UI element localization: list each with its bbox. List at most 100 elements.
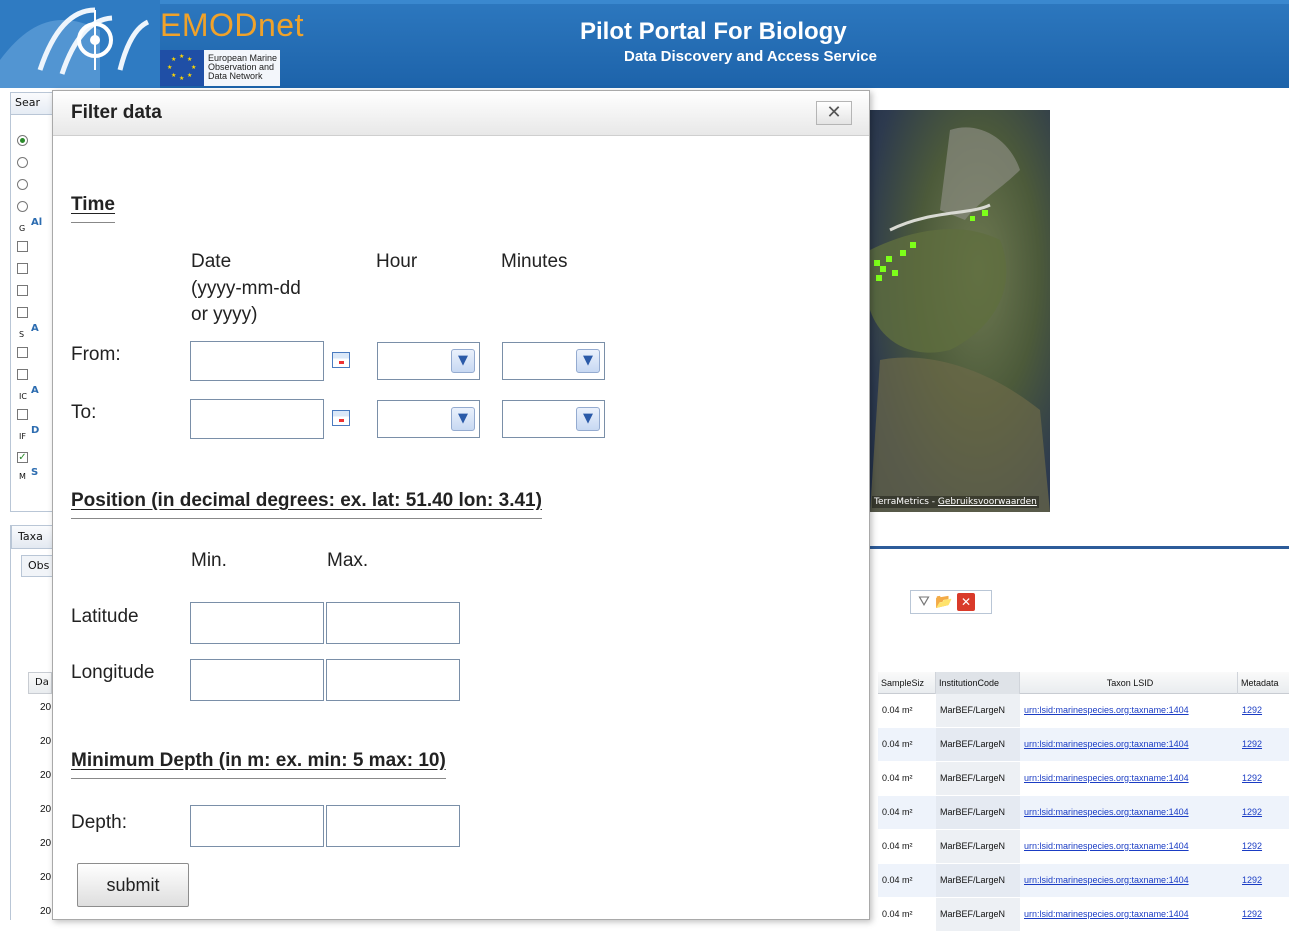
metadata-link[interactable]: 1292 <box>1238 728 1289 761</box>
search-option-checkbox[interactable]: ✓M <box>17 445 31 481</box>
brand-sub-line: Data Network <box>208 71 263 81</box>
table-row[interactable]: 0.04 m² MarBEF/LargeN urn:lsid:marinespeci… <box>878 762 1289 795</box>
depth-min-input[interactable] <box>190 805 324 847</box>
from-hour-select[interactable]: ▼ <box>377 342 480 380</box>
date-cell: 20 <box>40 770 52 781</box>
institution-cell: MarBEF/LargeN <box>936 830 1020 863</box>
calendar-icon[interactable] <box>332 410 350 426</box>
table-row[interactable]: 0.04 m² MarBEF/LargeN urn:lsid:marinespeci… <box>878 864 1289 897</box>
search-option-checkbox[interactable]: S <box>17 237 31 273</box>
depth-max-input[interactable] <box>326 805 460 847</box>
brand-title[interactable]: EMODnet <box>160 6 304 44</box>
search-option-checkbox[interactable]: S <box>17 281 31 317</box>
filter-icon[interactable]: ⛛ <box>915 593 933 611</box>
chevron-down-icon[interactable]: ▼ <box>451 407 475 431</box>
search-option-checkbox[interactable]: IF <box>17 405 31 441</box>
search-option-checkbox[interactable]: E <box>17 343 31 379</box>
from-label: From: <box>71 344 121 365</box>
date-format-hint: (yyyy-mm-dd <box>191 278 301 299</box>
radio-icon[interactable] <box>17 135 28 146</box>
checkbox-icon[interactable] <box>17 307 28 318</box>
results-grid-header: SampleSiz InstitutionCode Taxon LSID Met… <box>878 672 1289 694</box>
sample-size-cell: 0.04 m² <box>882 773 913 783</box>
checkbox-icon[interactable] <box>17 285 28 296</box>
taxon-lsid-link[interactable]: urn:lsid:marinespecies.org:taxname:1404 <box>1020 796 1238 829</box>
filter-group-label: A <box>31 385 39 396</box>
to-hour-select[interactable]: ▼ <box>377 400 480 438</box>
map-attribution: TerraMetrics - Gebruiksvoorwaarden <box>872 496 1039 508</box>
portal-title: Pilot Portal For Biology <box>580 18 847 45</box>
checkbox-icon[interactable]: ✓ <box>17 452 28 463</box>
institution-cell: MarBEF/LargeN <box>936 864 1020 897</box>
table-row[interactable]: 0.04 m² MarBEF/LargeN urn:lsid:marinespeci… <box>878 898 1289 931</box>
satellite-map-image <box>870 127 1050 512</box>
metadata-link[interactable]: 1292 <box>1238 898 1289 931</box>
to-label: To: <box>71 402 97 423</box>
open-folder-icon[interactable]: 📂 <box>935 593 953 611</box>
from-date-input[interactable] <box>190 341 324 381</box>
taxon-lsid-link[interactable]: urn:lsid:marinespecies.org:taxname:1404 <box>1020 728 1238 761</box>
col-metadata[interactable]: Metadata <box>1238 672 1289 694</box>
close-button[interactable]: ✕ <box>816 101 852 125</box>
radio-icon[interactable] <box>17 179 28 190</box>
search-option-radio[interactable]: N <box>17 175 31 211</box>
date-cell: 20 <box>40 872 52 883</box>
calendar-icon[interactable] <box>332 352 350 368</box>
checkbox-icon[interactable] <box>17 241 28 252</box>
checkbox-icon[interactable] <box>17 263 28 274</box>
hour-column-label: Hour <box>376 251 418 272</box>
date-cell: 20 <box>40 702 52 713</box>
submit-button[interactable]: submit <box>77 863 189 907</box>
col-taxon-lsid[interactable]: Taxon LSID <box>1020 672 1238 694</box>
sample-size-cell: 0.04 m² <box>882 841 913 851</box>
metadata-link[interactable]: 1292 <box>1238 830 1289 863</box>
latitude-max-input[interactable] <box>326 602 460 644</box>
taxon-lsid-link[interactable]: urn:lsid:marinespecies.org:taxname:1404 <box>1020 694 1238 727</box>
checkbox-icon[interactable] <box>17 409 28 420</box>
to-minutes-select[interactable]: ▼ <box>502 400 605 438</box>
metadata-link[interactable]: 1292 <box>1238 864 1289 897</box>
chevron-down-icon[interactable]: ▼ <box>576 407 600 431</box>
metadata-link[interactable]: 1292 <box>1238 796 1289 829</box>
map-attribution-text: TerraMetrics - <box>874 497 936 507</box>
table-row[interactable]: 0.04 m² MarBEF/LargeN urn:lsid:marinespeci… <box>878 796 1289 829</box>
time-section-title: Time <box>71 194 116 223</box>
radio-icon[interactable] <box>17 157 28 168</box>
taxon-lsid-link[interactable]: urn:lsid:marinespecies.org:taxname:1404 <box>1020 762 1238 795</box>
table-row[interactable]: 0.04 m² MarBEF/LargeN urn:lsid:marinespeci… <box>878 728 1289 761</box>
col-institution-code[interactable]: InstitutionCode <box>936 672 1020 694</box>
search-option-checkbox[interactable]: IC <box>17 365 31 401</box>
site-header: EMODnet ★ ★ ★ ★ ★ ★ ★ ★ European Marine Obse… <box>0 0 1289 88</box>
metadata-link[interactable]: 1292 <box>1238 762 1289 795</box>
from-minutes-select[interactable]: ▼ <box>502 342 605 380</box>
metadata-link[interactable]: 1292 <box>1238 694 1289 727</box>
checkbox-icon[interactable] <box>17 347 28 358</box>
date-column-header[interactable]: Da <box>28 672 52 694</box>
taxon-lsid-link[interactable]: urn:lsid:marinespecies.org:taxname:1404 <box>1020 864 1238 897</box>
date-cell: 20 <box>40 736 52 747</box>
search-option-checkbox[interactable]: S <box>17 259 31 295</box>
table-row[interactable]: 0.04 m² MarBEF/LargeN urn:lsid:marinespeci… <box>878 694 1289 727</box>
search-option-radio[interactable]: G <box>17 197 31 233</box>
search-option-radio[interactable]: N <box>17 153 31 189</box>
search-option-radio[interactable]: G <box>17 131 31 167</box>
radio-icon[interactable] <box>17 201 28 212</box>
chevron-down-icon[interactable]: ▼ <box>451 349 475 373</box>
institution-cell: MarBEF/LargeN <box>936 694 1020 727</box>
map-view[interactable] <box>870 110 1050 512</box>
longitude-max-input[interactable] <box>326 659 460 701</box>
taxon-lsid-link[interactable]: urn:lsid:marinespecies.org:taxname:1404 <box>1020 898 1238 931</box>
chevron-down-icon[interactable]: ▼ <box>576 349 600 373</box>
taxon-lsid-link[interactable]: urn:lsid:marinespecies.org:taxname:1404 <box>1020 830 1238 863</box>
latitude-min-input[interactable] <box>190 602 324 644</box>
depth-label: Depth: <box>71 812 127 833</box>
col-sample-size[interactable]: SampleSiz <box>878 672 936 694</box>
terms-of-use-link[interactable]: Gebruiksvoorwaarden <box>938 497 1037 507</box>
search-option-checkbox[interactable]: S <box>17 303 31 339</box>
table-row[interactable]: 0.04 m² MarBEF/LargeN urn:lsid:marinespeci… <box>878 830 1289 863</box>
delete-icon[interactable]: ✕ <box>957 593 975 611</box>
to-date-input[interactable] <box>190 399 324 439</box>
checkbox-icon[interactable] <box>17 369 28 380</box>
institution-cell: MarBEF/LargeN <box>936 762 1020 795</box>
longitude-min-input[interactable] <box>190 659 324 701</box>
